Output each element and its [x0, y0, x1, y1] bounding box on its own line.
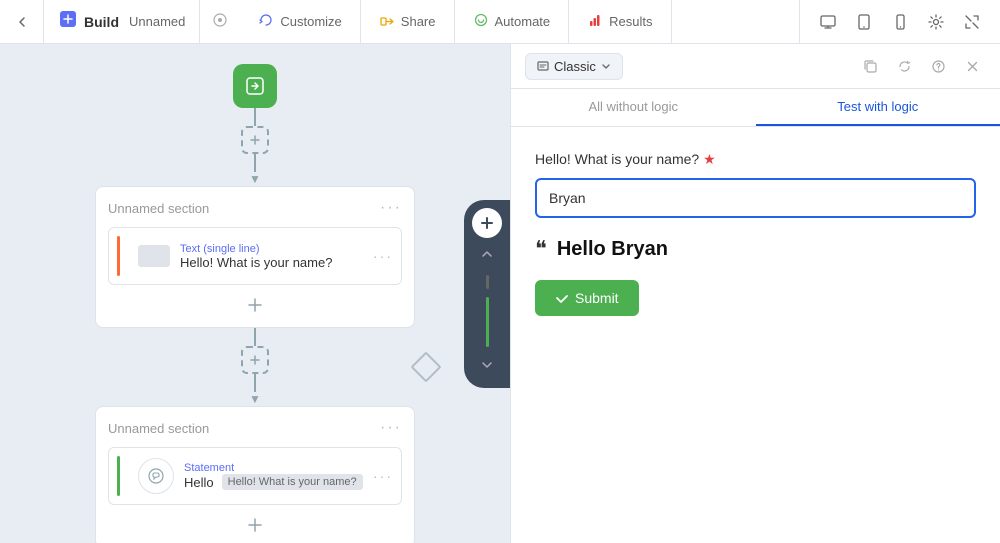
section-1-title: Unnamed section: [108, 201, 209, 216]
classic-label: Classic: [554, 59, 596, 74]
right-panel-body: Hello! What is your name? ★ ❝ Hello Brya…: [511, 127, 1000, 543]
section-card-1: Unnamed section ··· Text (single line) H…: [95, 186, 415, 328]
automate-icon: [473, 12, 489, 31]
logic-diamond: [415, 356, 437, 378]
section-1-menu[interactable]: ···: [380, 199, 402, 217]
section-2-menu[interactable]: ···: [380, 419, 402, 437]
panel-copy-icon[interactable]: [856, 52, 884, 80]
float-up-icon[interactable]: [477, 244, 497, 269]
share-icon: [379, 12, 395, 31]
right-panel-tabs: All without logic Test with logic: [511, 89, 1000, 127]
answer-input[interactable]: [535, 178, 976, 218]
float-progress-bar: [486, 297, 489, 347]
connector-1: ▼: [241, 108, 269, 186]
brand-title: Build: [84, 14, 119, 30]
start-icon: [233, 64, 277, 108]
tab-test-with-logic[interactable]: Test with logic: [756, 89, 1000, 126]
float-toolbar: [464, 200, 510, 388]
automate-label: Automate: [495, 14, 551, 29]
results-icon: [587, 12, 603, 31]
customize-icon: [258, 12, 274, 31]
submit-button[interactable]: Submit: [535, 280, 639, 316]
brand-area: Build Unnamed: [44, 0, 200, 44]
tab-all-without-logic[interactable]: All without logic: [511, 89, 756, 126]
expand-icon[interactable]: [956, 6, 988, 38]
section-2-title: Unnamed section: [108, 421, 209, 436]
tab-share[interactable]: Share: [361, 0, 455, 44]
hello-display: ❝ Hello Bryan: [535, 236, 976, 262]
share-label: Share: [401, 14, 436, 29]
required-star: ★: [703, 151, 716, 167]
classic-dropdown[interactable]: Classic: [525, 53, 623, 80]
speech-bubble-icon: [138, 458, 174, 494]
field-type-2: Statement: [184, 462, 363, 474]
nav-right-icons: [799, 0, 1000, 44]
tablet-icon[interactable]: [848, 6, 880, 38]
float-down-icon[interactable]: [477, 355, 497, 380]
top-nav: Build Unnamed Customize Share Automate: [0, 0, 1000, 44]
tab-results[interactable]: Results: [569, 0, 671, 44]
section-1-add-btn[interactable]: [108, 295, 402, 315]
back-button[interactable]: [0, 0, 44, 44]
panel-refresh-icon[interactable]: [890, 52, 918, 80]
float-add-button[interactable]: [472, 208, 502, 238]
canvas-flow: ▼ Unnamed section ··· Text (single line)…: [0, 44, 510, 543]
settings-icon[interactable]: [920, 6, 952, 38]
field-info-2: Statement Hello Hello! What is your name…: [184, 462, 363, 490]
right-panel: Classic All without log: [510, 44, 1000, 543]
field-1-menu[interactable]: ···: [373, 248, 393, 264]
results-label: Results: [609, 14, 652, 29]
desktop-icon[interactable]: [812, 6, 844, 38]
submit-label: Submit: [575, 290, 619, 306]
tab-customize[interactable]: Customize: [240, 0, 360, 44]
section-2-header: Unnamed section ···: [108, 419, 402, 437]
section-2-add-btn[interactable]: [108, 515, 402, 535]
field-info-1: Text (single line) Hello! What is your n…: [180, 243, 363, 270]
question-label: Hello! What is your name? ★: [535, 151, 976, 168]
main-content: ▼ Unnamed section ··· Text (single line)…: [0, 44, 1000, 543]
field-icon-text: [138, 245, 170, 267]
field-2-menu[interactable]: ···: [373, 468, 393, 484]
add-step-2[interactable]: [241, 346, 269, 374]
mobile-icon[interactable]: [884, 6, 916, 38]
hello-text: Hello Bryan: [557, 238, 668, 261]
panel-help-icon[interactable]: [924, 52, 952, 80]
tab-automate[interactable]: Automate: [455, 0, 570, 44]
brand-settings-icon[interactable]: [200, 12, 240, 31]
field-item-2[interactable]: Statement Hello Hello! What is your name…: [108, 447, 402, 505]
add-step-1[interactable]: [241, 126, 269, 154]
field-label-2: Hello: [184, 475, 214, 490]
field-label-1: Hello! What is your name?: [180, 255, 363, 270]
section-1-header: Unnamed section ···: [108, 199, 402, 217]
connector-2-flow: ▼: [241, 328, 269, 406]
brand-name: Unnamed: [129, 14, 185, 29]
brand-icon: [58, 9, 78, 34]
quote-icon: ❝: [535, 236, 547, 262]
connector-2: ▼: [0, 328, 510, 406]
stmt-tag: Hello! What is your name?: [222, 474, 363, 490]
section-card-2: Unnamed section ··· Statement Hello Hell…: [95, 406, 415, 543]
right-panel-header: Classic: [511, 44, 1000, 89]
customize-label: Customize: [280, 14, 341, 29]
nav-tabs: Customize Share Automate Results: [240, 0, 799, 44]
canvas-panel: ▼ Unnamed section ··· Text (single line)…: [0, 44, 510, 543]
field-type-1: Text (single line): [180, 243, 363, 255]
panel-header-icons: [856, 52, 986, 80]
field-item-1[interactable]: Text (single line) Hello! What is your n…: [108, 227, 402, 285]
toolbar-drag-handle: [486, 275, 489, 289]
panel-close-icon[interactable]: [958, 52, 986, 80]
